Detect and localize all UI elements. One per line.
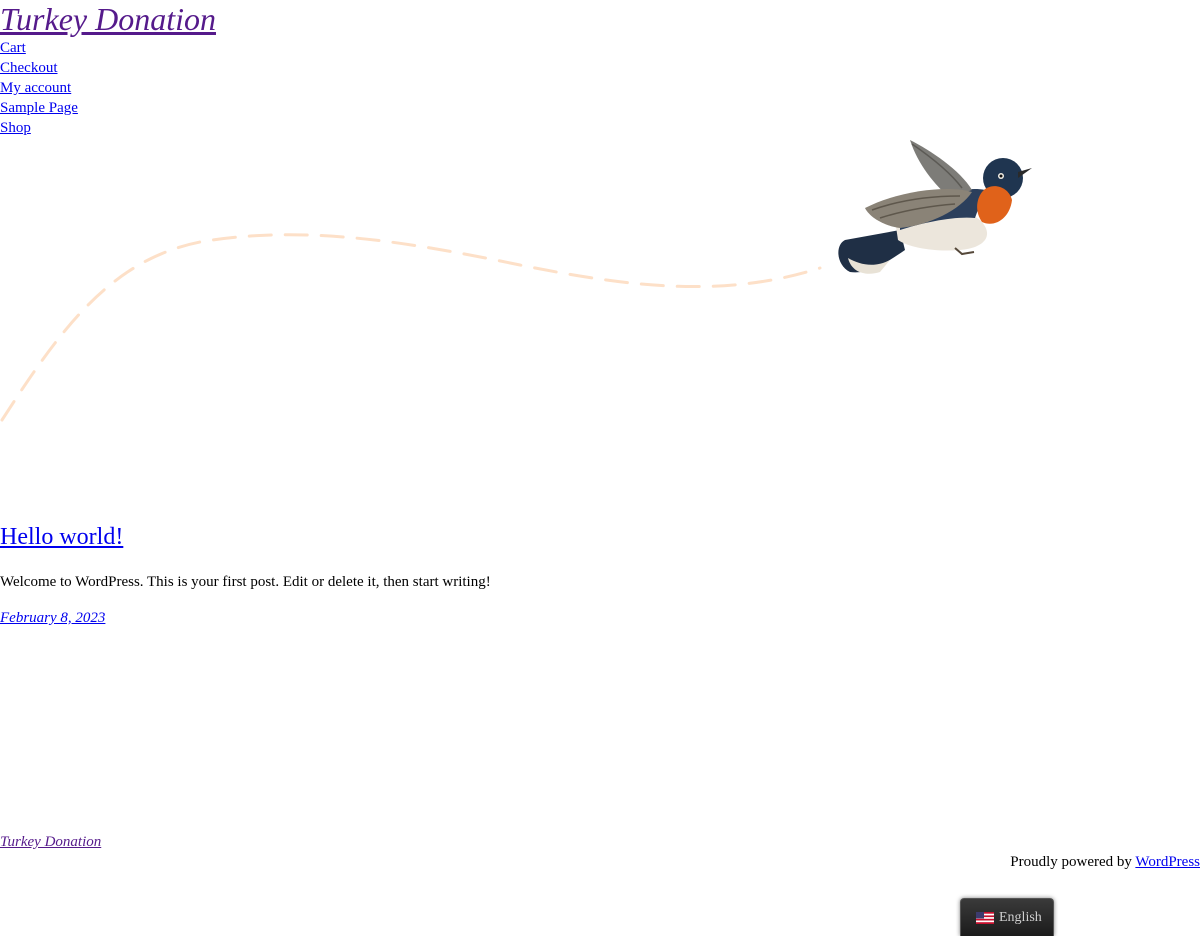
nav-item-my-account: My account	[0, 78, 78, 98]
post-date-link[interactable]: February 8, 2023	[0, 610, 105, 626]
footer-site-title: Turkey Donation	[0, 832, 101, 852]
nav-link-sample-page[interactable]: Sample Page	[0, 100, 78, 116]
nav-link-my-account[interactable]: My account	[0, 80, 71, 96]
language-label: English	[999, 909, 1042, 925]
nav-link-cart[interactable]: Cart	[0, 40, 26, 56]
flight-path	[0, 233, 822, 422]
hero-illustration	[0, 130, 1200, 430]
post-excerpt: Welcome to WordPress. This is your first…	[0, 574, 491, 590]
primary-navigation: Cart Checkout My account Sample Page Sho…	[0, 38, 78, 138]
wordpress-link[interactable]: WordPress	[1135, 854, 1200, 870]
powered-by: Proudly powered by WordPress	[1010, 852, 1200, 872]
post-title-link[interactable]: Hello world!	[0, 524, 123, 550]
powered-by-text: Proudly powered by	[1010, 854, 1136, 870]
nav-item-checkout: Checkout	[0, 58, 78, 78]
bird-icon	[838, 140, 1032, 274]
post-title: Hello world!	[0, 520, 123, 554]
site-title: Turkey Donation	[0, 0, 216, 38]
us-flag-icon	[976, 911, 994, 924]
site-title-link[interactable]: Turkey Donation	[0, 1, 216, 37]
language-switcher[interactable]: English	[960, 898, 1054, 936]
hero-svg	[0, 140, 1032, 422]
nav-link-checkout[interactable]: Checkout	[0, 60, 58, 76]
nav-item-sample-page: Sample Page	[0, 98, 78, 118]
footer-site-title-link[interactable]: Turkey Donation	[0, 834, 101, 850]
nav-item-cart: Cart	[0, 38, 78, 58]
post-date: February 8, 2023	[0, 608, 105, 628]
